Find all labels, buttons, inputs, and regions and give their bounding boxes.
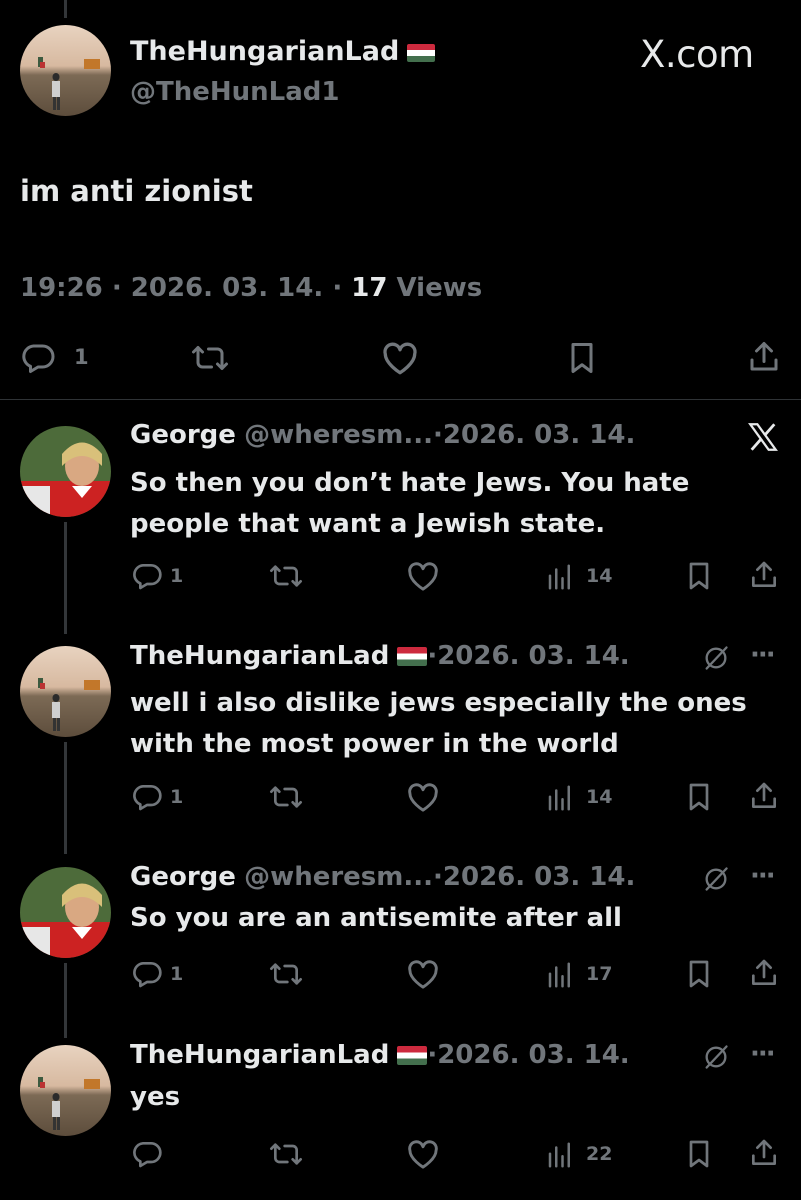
reply-date[interactable]: 2026. 03. 14. xyxy=(437,641,629,671)
reply-3-header: George @wheresm...·2026. 03. 14. xyxy=(130,862,635,892)
reply-1-text: So then you don’t hate Jews. You hate pe… xyxy=(130,463,689,545)
reply-4-text: yes xyxy=(130,1082,181,1112)
like-icon[interactable] xyxy=(405,560,441,592)
reply-3-text: So you are an antisemite after all xyxy=(130,903,622,933)
grok-icon[interactable] xyxy=(702,865,730,893)
more-icon[interactable]: ··· xyxy=(750,1039,776,1069)
meta-separator: · xyxy=(111,273,122,303)
bookmark-icon[interactable] xyxy=(683,781,715,813)
reply-icon[interactable] xyxy=(130,560,164,592)
reply-author-name[interactable]: TheHungarianLad xyxy=(130,1040,389,1070)
retweet-icon[interactable] xyxy=(190,340,230,376)
reply-4-header: TheHungarianLad ·2026. 03. 14. xyxy=(130,1040,630,1070)
meta-separator: · xyxy=(433,420,443,450)
reply-icon[interactable] xyxy=(130,781,164,813)
views-count: 17 xyxy=(586,963,613,985)
more-icon[interactable]: ··· xyxy=(750,640,776,670)
reply-icon[interactable] xyxy=(20,340,56,376)
main-handle[interactable]: @TheHunLad1 xyxy=(130,77,339,107)
retweet-icon[interactable] xyxy=(268,958,304,990)
reply-1-header: George @wheresm...·2026. 03. 14. xyxy=(130,420,635,450)
meta-separator: · xyxy=(433,862,443,892)
reply-author-name[interactable]: TheHungarianLad xyxy=(130,641,389,671)
reply-text-line: with the most power in the world xyxy=(130,729,619,759)
reply-icon[interactable] xyxy=(130,1138,164,1170)
hungary-flag-icon xyxy=(397,1046,428,1065)
reply-text-line: people that want a Jewish state. xyxy=(130,509,606,539)
reply-count: 1 xyxy=(170,786,184,808)
tweet-date: 2026. 03. 14. xyxy=(130,273,324,303)
reply-author-handle[interactable]: @wheresm... xyxy=(244,420,433,450)
views-count: 14 xyxy=(586,565,613,587)
main-tweet-text: im anti zionist xyxy=(20,174,253,208)
retweet-icon[interactable] xyxy=(268,560,304,592)
top-thread-line xyxy=(64,0,67,18)
reply-icon[interactable] xyxy=(130,958,164,990)
like-icon[interactable] xyxy=(380,340,420,376)
like-icon[interactable] xyxy=(405,958,441,990)
main-tweet-meta: 19:26 · 2026. 03. 14. · 17 Views xyxy=(20,273,482,303)
reply-count: 1 xyxy=(74,345,89,369)
reply-author-handle[interactable]: @wheresm... xyxy=(244,862,433,892)
bookmark-icon[interactable] xyxy=(683,560,715,592)
views-count: 17 xyxy=(351,273,388,303)
hungary-flag-icon xyxy=(397,647,428,666)
views-label: Views xyxy=(396,273,483,303)
reply-date[interactable]: 2026. 03. 14. xyxy=(437,1040,629,1070)
meta-separator: · xyxy=(427,1040,438,1070)
meta-separator: · xyxy=(332,273,343,303)
more-icon[interactable]: ··· xyxy=(750,861,776,891)
reply-2-header: TheHungarianLad ·2026. 03. 14. xyxy=(130,641,630,671)
avatar-george[interactable] xyxy=(20,426,111,517)
views-icon[interactable] xyxy=(545,960,575,990)
meta-separator: · xyxy=(427,641,438,671)
thread-line-2 xyxy=(64,742,67,854)
views-icon[interactable] xyxy=(545,1140,575,1170)
tweet-time: 19:26 xyxy=(20,273,103,303)
retweet-icon[interactable] xyxy=(268,781,304,813)
x-com-brand: X.com xyxy=(640,33,754,76)
share-icon[interactable] xyxy=(748,1136,780,1170)
thread-line-3 xyxy=(64,963,67,1038)
x-logo-icon[interactable] xyxy=(746,420,780,454)
share-icon[interactable] xyxy=(746,338,782,376)
thread-line-1 xyxy=(64,522,67,634)
bookmark-icon[interactable] xyxy=(683,958,715,990)
share-icon[interactable] xyxy=(748,779,780,813)
views-icon[interactable] xyxy=(545,783,575,813)
views-count: 22 xyxy=(586,1143,613,1165)
bookmark-icon[interactable] xyxy=(683,1138,715,1170)
reply-date[interactable]: 2026. 03. 14. xyxy=(443,862,635,892)
retweet-icon[interactable] xyxy=(268,1138,304,1170)
reply-count: 1 xyxy=(170,565,184,587)
share-icon[interactable] xyxy=(748,558,780,592)
main-display-name[interactable]: TheHungarianLad xyxy=(130,36,436,67)
views-icon[interactable] xyxy=(545,562,575,592)
views-count: 14 xyxy=(586,786,613,808)
grok-icon[interactable] xyxy=(702,1043,730,1071)
reply-author-name[interactable]: George xyxy=(130,862,236,892)
display-name-text: TheHungarianLad xyxy=(130,36,400,67)
reply-date[interactable]: 2026. 03. 14. xyxy=(443,420,635,450)
hungary-flag-icon xyxy=(407,43,436,62)
avatar-thehungarianlad-main[interactable] xyxy=(20,25,111,116)
reply-2-text: well i also dislike jews especially the … xyxy=(130,683,747,765)
divider xyxy=(0,399,801,400)
reply-text-line: well i also dislike jews especially the … xyxy=(130,688,747,718)
reply-author-name[interactable]: George xyxy=(130,420,236,450)
like-icon[interactable] xyxy=(405,781,441,813)
avatar-thehungarianlad-reply[interactable] xyxy=(20,1045,111,1136)
avatar-thehungarianlad-reply[interactable] xyxy=(20,646,111,737)
like-icon[interactable] xyxy=(405,1138,441,1170)
share-icon[interactable] xyxy=(748,956,780,990)
grok-icon[interactable] xyxy=(702,644,730,672)
avatar-george[interactable] xyxy=(20,867,111,958)
reply-text-line: So then you don’t hate Jews. You hate xyxy=(130,468,690,498)
bookmark-icon[interactable] xyxy=(564,340,600,376)
reply-count: 1 xyxy=(170,963,184,985)
